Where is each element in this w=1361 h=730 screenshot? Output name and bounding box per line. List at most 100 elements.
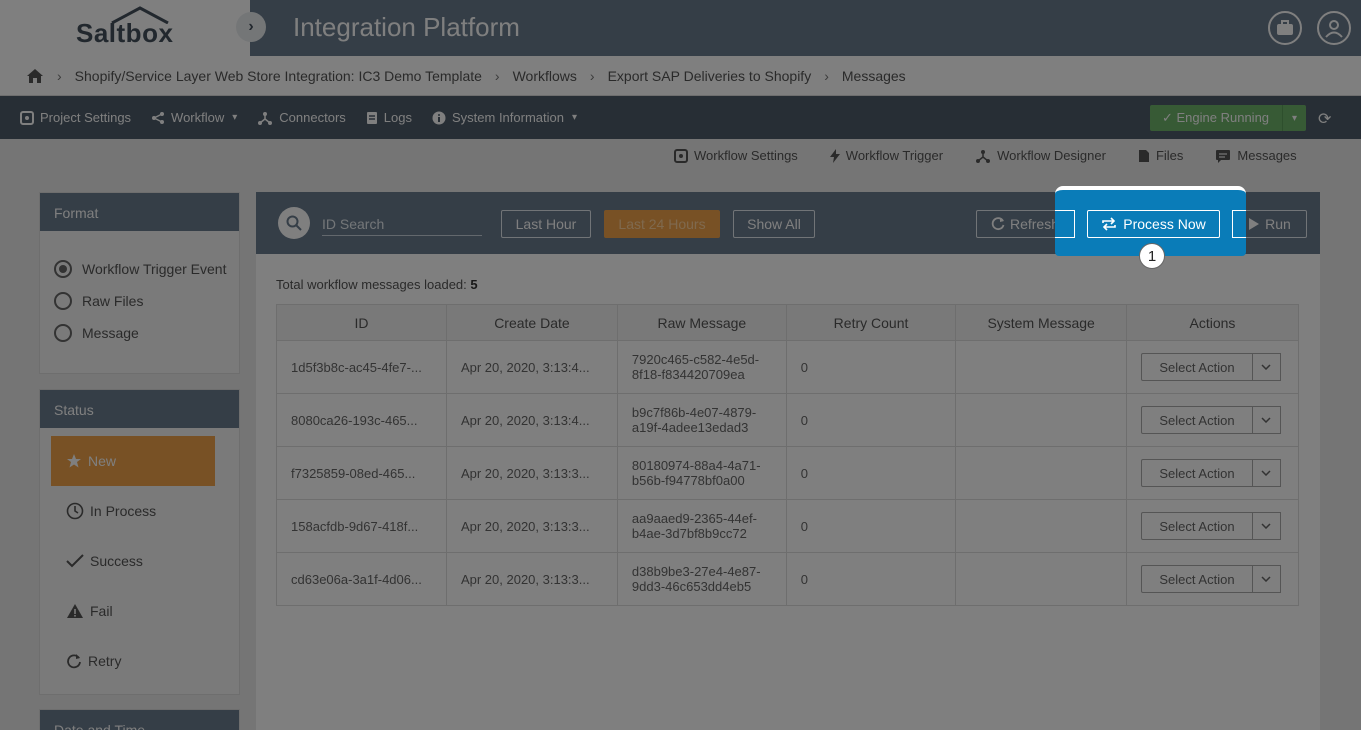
format-option-trigger-event[interactable]: Workflow Trigger Event	[40, 253, 239, 285]
cell-id: 8080ca26-193c-465...	[276, 393, 447, 447]
table-row[interactable]: cd63e06a-3a1f-4d06... Apr 20, 2020, 3:13…	[276, 552, 1300, 606]
column-header-raw-message[interactable]: Raw Message	[616, 304, 787, 341]
file-icon	[1138, 149, 1149, 162]
chevron-down-icon[interactable]	[1252, 353, 1281, 381]
cell-retry-count: 0	[785, 446, 957, 500]
id-search-input[interactable]	[322, 212, 482, 236]
table-row[interactable]: 158acfdb-9d67-418f... Apr 20, 2020, 3:13…	[276, 499, 1300, 553]
chevron-down-icon: ▾	[232, 112, 238, 123]
total-messages-label: Total workflow messages loaded: 5	[276, 277, 478, 292]
chevron-down-icon[interactable]	[1252, 459, 1281, 487]
column-header-retry-count[interactable]: Retry Count	[785, 304, 957, 341]
status-item-new[interactable]: New	[51, 436, 215, 486]
cell-system-message	[955, 552, 1127, 606]
tab-messages[interactable]: Messages	[1215, 148, 1297, 163]
show-all-button[interactable]: Show All	[733, 210, 815, 238]
tab-files[interactable]: Files	[1138, 148, 1183, 163]
cell-actions: Select Action	[1125, 552, 1300, 606]
cell-raw-message[interactable]: 80180974-88a4-4a71- b56b-f94778bf0a00	[616, 446, 787, 500]
status-item-in-process[interactable]: In Process	[40, 486, 239, 536]
chevron-right-icon: ›	[248, 18, 254, 35]
cell-system-message	[955, 340, 1127, 394]
star-icon	[67, 454, 81, 468]
select-action-button[interactable]: Select Action	[1140, 565, 1253, 593]
cell-retry-count: 0	[785, 340, 957, 394]
search-icon[interactable]	[278, 207, 310, 239]
cell-actions: Select Action	[1125, 340, 1300, 394]
logo[interactable]: Saltbox	[0, 0, 250, 56]
cell-create-date: Apr 20, 2020, 3:13:3...	[445, 446, 618, 500]
format-option-message[interactable]: Message	[40, 317, 239, 349]
breadcrumb-messages[interactable]: Messages	[842, 68, 906, 84]
select-action-button[interactable]: Select Action	[1140, 459, 1253, 487]
last-24-hours-button[interactable]: Last 24 Hours	[604, 210, 720, 238]
cell-create-date: Apr 20, 2020, 3:13:4...	[445, 393, 618, 447]
user-icon[interactable]	[1317, 11, 1351, 45]
table-row[interactable]: f7325859-08ed-465... Apr 20, 2020, 3:13:…	[276, 446, 1300, 500]
table-row[interactable]: 8080ca26-193c-465... Apr 20, 2020, 3:13:…	[276, 393, 1300, 447]
radio-unchecked[interactable]	[54, 324, 72, 342]
status-item-fail[interactable]: Fail	[40, 586, 239, 636]
cell-system-message	[955, 499, 1127, 553]
process-now-button[interactable]: Process Now	[1087, 210, 1220, 238]
share-icon	[152, 111, 165, 124]
column-header-create-date[interactable]: Create Date	[445, 304, 618, 341]
select-action-button[interactable]: Select Action	[1140, 406, 1253, 434]
cell-raw-message[interactable]: 7920c465-c582-4e5d- 8f18-f834420709ea	[616, 340, 787, 394]
breadcrumb-project[interactable]: Shopify/Service Layer Web Store Integrat…	[75, 68, 482, 84]
step-number-badge: 1	[1139, 243, 1165, 269]
chevron-down-icon[interactable]	[1252, 565, 1281, 593]
status-item-success[interactable]: Success	[40, 536, 239, 586]
nav-logs[interactable]: Logs	[366, 110, 412, 125]
select-action-button[interactable]: Select Action	[1140, 353, 1253, 381]
chevron-down-icon[interactable]	[1252, 406, 1281, 434]
app-title: Integration Platform	[293, 12, 520, 42]
status-panel: Status New In Process Success Fail Retry	[39, 389, 240, 695]
settings-icon	[674, 148, 688, 163]
nav-workflow[interactable]: Workflow ▾	[151, 110, 237, 125]
cell-actions: Select Action	[1125, 446, 1300, 500]
cell-raw-message[interactable]: aa9aaed9-2365-44ef-b4ae-3d7bf8b9cc72	[616, 499, 787, 553]
repeat-icon	[1102, 217, 1117, 231]
tab-workflow-designer[interactable]: Workflow Designer	[975, 148, 1106, 163]
column-header-system-message[interactable]: System Message	[955, 304, 1127, 341]
format-option-raw-files[interactable]: Raw Files	[40, 285, 239, 317]
cell-retry-count: 0	[785, 393, 957, 447]
sidebar-toggle-button[interactable]: ›	[236, 12, 266, 42]
table-row[interactable]: 1d5f3b8c-ac45-4fe7-... Apr 20, 2020, 3:1…	[276, 340, 1300, 394]
select-action-button[interactable]: Select Action	[1140, 512, 1253, 540]
cell-raw-message[interactable]: d38b9be3-27e4-4e87- 9dd3-46c653dd4eb5	[616, 552, 787, 606]
logo-text: Saltbox	[76, 18, 174, 48]
column-header-id[interactable]: ID	[276, 304, 447, 341]
engine-status-button[interactable]: ✓ Engine Running ▾	[1150, 105, 1306, 131]
refresh-icon[interactable]: ⟳	[1318, 109, 1331, 129]
tab-workflow-trigger[interactable]: Workflow Trigger	[829, 148, 943, 163]
cell-system-message	[955, 446, 1127, 500]
home-icon[interactable]	[26, 68, 44, 84]
nav-system-information[interactable]: System Information ▾	[432, 110, 577, 125]
cell-raw-message[interactable]: b9c7f86b-4e07-4879- a19f-4adee13edad3	[616, 393, 787, 447]
total-messages-count: 5	[470, 277, 478, 292]
tab-workflow-settings[interactable]: Workflow Settings	[674, 148, 798, 163]
breadcrumb: › Shopify/Service Layer Web Store Integr…	[0, 56, 1361, 96]
breadcrumb-workflow[interactable]: Export SAP Deliveries to Shopify	[608, 68, 812, 84]
cell-id: f7325859-08ed-465...	[276, 446, 447, 500]
cell-system-message	[955, 393, 1127, 447]
nav-project-settings[interactable]: Project Settings	[20, 110, 131, 125]
chevron-down-icon[interactable]	[1252, 512, 1281, 540]
refresh-button-edge	[1055, 210, 1075, 238]
breadcrumb-workflows[interactable]: Workflows	[513, 68, 577, 84]
last-hour-button[interactable]: Last Hour	[501, 210, 591, 238]
briefcase-icon[interactable]	[1268, 11, 1302, 45]
check-icon: ✓	[1162, 110, 1177, 125]
cell-create-date: Apr 20, 2020, 3:13:3...	[445, 552, 618, 606]
app-header: Saltbox › Integration Platform	[0, 0, 1361, 56]
radio-unchecked[interactable]	[54, 292, 72, 310]
status-item-retry[interactable]: Retry	[40, 636, 239, 686]
document-icon	[366, 111, 377, 124]
date-panel: Date and Time	[39, 709, 240, 730]
radio-checked[interactable]	[54, 260, 72, 278]
nav-connectors[interactable]: Connectors	[257, 110, 346, 125]
chevron-down-icon[interactable]: ▾	[1282, 105, 1306, 131]
run-button-edge	[1232, 210, 1246, 238]
